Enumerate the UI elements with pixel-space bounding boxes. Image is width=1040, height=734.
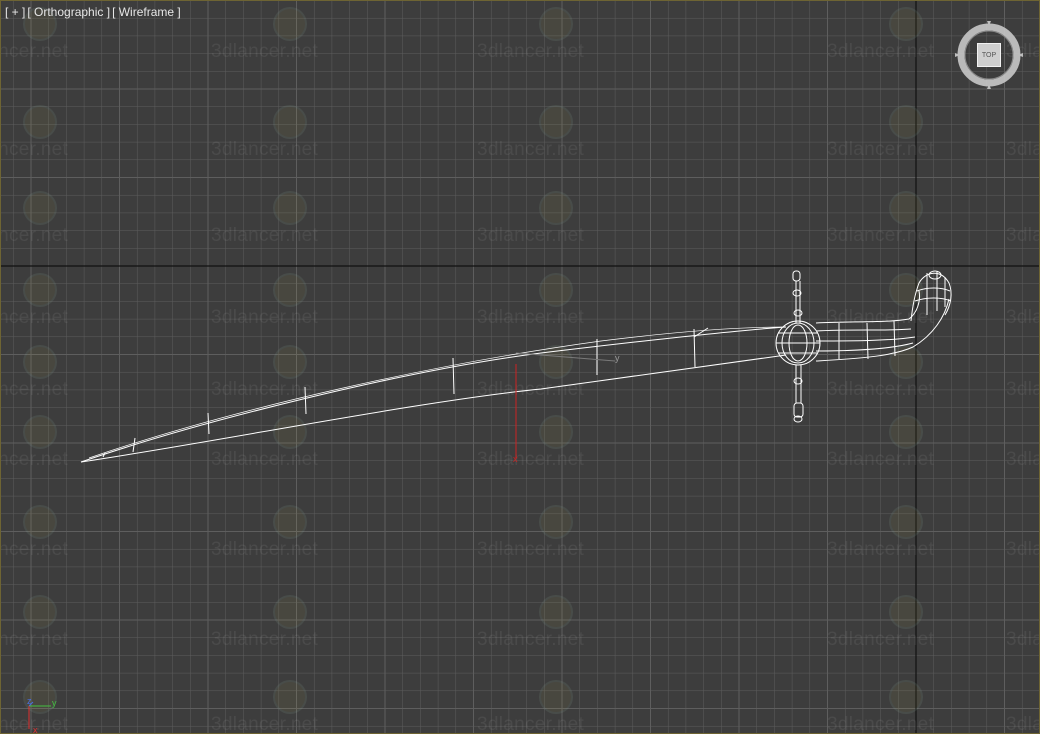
transform-gizmo[interactable]: x y	[513, 352, 620, 464]
gizmo-y-label: y	[615, 353, 620, 363]
viewport-label-menu: [ + ] [ Orthographic ] [ Wireframe ]	[5, 5, 181, 19]
axis-x-label: x	[33, 725, 38, 734]
gizmo-x-label: x	[513, 454, 518, 464]
scene-geometry: x y	[80, 270, 952, 464]
sword-hilt-wireframe[interactable]	[775, 270, 952, 423]
viewport-plus-menu[interactable]: [ + ]	[5, 5, 25, 19]
viewcube-top-face[interactable]: TOP	[977, 43, 1001, 67]
perspective-viewport[interactable]: 3dlancer.net3dlancer.net3dlancer.net3dla…	[0, 0, 1040, 734]
viewport-view-menu[interactable]: [ Orthographic ]	[27, 5, 110, 19]
viewcube[interactable]: TOP	[953, 19, 1025, 91]
viewport-shading-menu[interactable]: [ Wireframe ]	[112, 5, 181, 19]
sword-blade-wireframe[interactable]	[80, 326, 787, 463]
axis-tripod: z y x	[17, 693, 67, 734]
axis-y-label: y	[52, 698, 57, 708]
axis-z-label: z	[27, 696, 32, 706]
